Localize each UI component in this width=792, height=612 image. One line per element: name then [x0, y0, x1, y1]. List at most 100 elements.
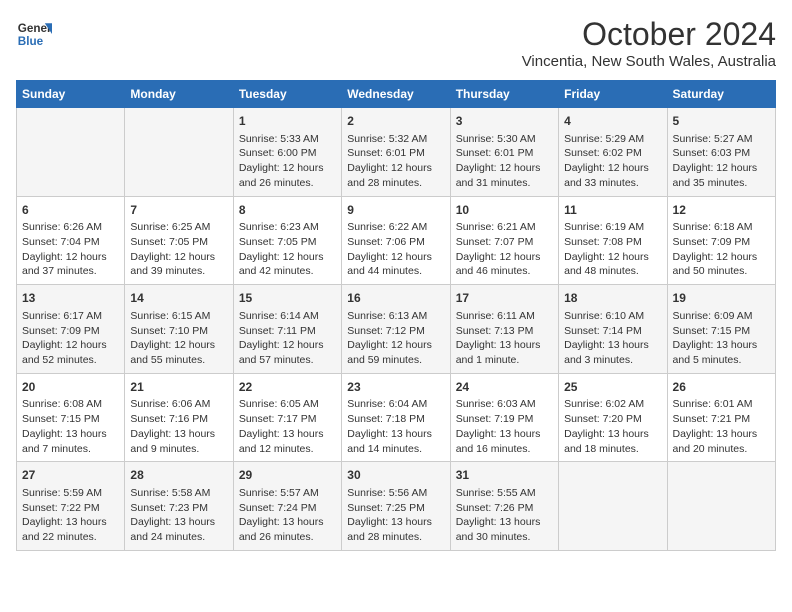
week-row-4: 20Sunrise: 6:08 AM Sunset: 7:15 PM Dayli… [17, 373, 776, 462]
day-number: 7 [130, 202, 227, 219]
calendar-cell: 14 Sunrise: 6:15 AM Sunset: 7:10 PM Dayli… [125, 285, 233, 374]
location-subtitle: Vincentia, New South Wales, Australia [522, 53, 776, 70]
cell-content: Sunrise: 6:03 AM Sunset: 7:19 PM Dayligh… [456, 397, 553, 456]
day-header-friday: Friday [559, 81, 667, 108]
calendar-cell: 9Sunrise: 6:22 AM Sunset: 7:06 PM Daylig… [342, 196, 450, 285]
week-row-2: 6Sunrise: 6:26 AM Sunset: 7:04 PM Daylig… [17, 196, 776, 285]
day-number: 4 [564, 113, 661, 130]
calendar-cell: 16Sunrise: 6:13 AM Sunset: 7:12 PM Dayli… [342, 285, 450, 374]
cell-content: Sunrise: 5:30 AM Sunset: 6:01 PM Dayligh… [456, 132, 553, 191]
calendar-cell: 17Sunrise: 6:11 AM Sunset: 7:13 PM Dayli… [450, 285, 558, 374]
cell-content: Sunrise: 5:27 AM Sunset: 6:03 PM Dayligh… [673, 132, 770, 191]
day-number: 20 [22, 379, 119, 396]
header-row: SundayMondayTuesdayWednesdayThursdayFrid… [17, 81, 776, 108]
cell-content: Sunrise: 6:09 AM Sunset: 7:15 PM Dayligh… [673, 309, 770, 368]
cell-content: Sunrise: 5:29 AM Sunset: 6:02 PM Dayligh… [564, 132, 661, 191]
calendar-cell: 23Sunrise: 6:04 AM Sunset: 7:18 PM Dayli… [342, 373, 450, 462]
day-number: 23 [347, 379, 444, 396]
day-number: 5 [673, 113, 770, 130]
day-number: 11 [564, 202, 661, 219]
calendar-cell: 12Sunrise: 6:18 AM Sunset: 7:09 PM Dayli… [667, 196, 775, 285]
day-number: 9 [347, 202, 444, 219]
cell-content: Sunrise: 5:56 AM Sunset: 7:25 PM Dayligh… [347, 486, 444, 545]
calendar-cell: 27 Sunrise: 5:59 AM Sunset: 7:22 PM Dayli… [17, 462, 125, 551]
cell-content: Sunrise: 6:26 AM Sunset: 7:04 PM Dayligh… [22, 220, 119, 279]
day-header-thursday: Thursday [450, 81, 558, 108]
calendar-cell: 31Sunrise: 5:55 AM Sunset: 7:26 PM Dayli… [450, 462, 558, 551]
day-header-wednesday: Wednesday [342, 81, 450, 108]
day-number: 10 [456, 202, 553, 219]
week-row-1: 1 Sunrise: 5:33 AM Sunset: 6:00 PM Daylig… [17, 108, 776, 197]
calendar-cell: 30 Sunrise: 5:56 AM Sunset: 7:25 PM Dayli… [342, 462, 450, 551]
calendar-cell: 22Sunrise: 6:05 AM Sunset: 7:17 PM Dayli… [233, 373, 341, 462]
cell-content: Sunrise: 6:10 AM Sunset: 7:14 PM Dayligh… [564, 309, 661, 368]
calendar-cell: 21Sunrise: 6:06 AM Sunset: 7:16 PM Dayli… [125, 373, 233, 462]
calendar-cell: 19 Sunrise: 6:09 AM Sunset: 7:15 PM Dayli… [667, 285, 775, 374]
cell-content: Sunrise: 6:15 AM Sunset: 7:10 PM Dayligh… [130, 309, 227, 368]
calendar-cell: 8Sunrise: 6:23 AM Sunset: 7:05 PM Daylig… [233, 196, 341, 285]
calendar-cell: 7Sunrise: 6:25 AM Sunset: 7:05 PM Daylig… [125, 196, 233, 285]
day-number: 1 [239, 113, 336, 130]
day-number: 24 [456, 379, 553, 396]
calendar-cell: 29 Sunrise: 5:57 AM Sunset: 7:24 PM Dayli… [233, 462, 341, 551]
cell-content: Sunrise: 5:32 AM Sunset: 6:01 PM Dayligh… [347, 132, 444, 191]
cell-content: Sunrise: 6:14 AM Sunset: 7:11 PM Dayligh… [239, 309, 336, 368]
day-number: 30 [347, 467, 444, 484]
title-area: October 2024 Vincentia, New South Wales,… [522, 16, 776, 70]
logo: General Blue [16, 16, 52, 52]
day-number: 18 [564, 290, 661, 307]
cell-content: Sunrise: 6:18 AM Sunset: 7:09 PM Dayligh… [673, 220, 770, 279]
day-number: 26 [673, 379, 770, 396]
day-number: 6 [22, 202, 119, 219]
cell-content: Sunrise: 5:57 AM Sunset: 7:24 PM Dayligh… [239, 486, 336, 545]
calendar-cell: 28 Sunrise: 5:58 AM Sunset: 7:23 PM Dayli… [125, 462, 233, 551]
cell-content: Sunrise: 6:01 AM Sunset: 7:21 PM Dayligh… [673, 397, 770, 456]
calendar-cell: 2 Sunrise: 5:32 AM Sunset: 6:01 PM Daylig… [342, 108, 450, 197]
day-number: 14 [130, 290, 227, 307]
day-number: 2 [347, 113, 444, 130]
calendar-cell: 15Sunrise: 6:14 AM Sunset: 7:11 PM Dayli… [233, 285, 341, 374]
calendar-cell: 4 Sunrise: 5:29 AM Sunset: 6:02 PM Daylig… [559, 108, 667, 197]
day-number: 12 [673, 202, 770, 219]
cell-content: Sunrise: 6:13 AM Sunset: 7:12 PM Dayligh… [347, 309, 444, 368]
calendar-cell [17, 108, 125, 197]
calendar-cell: 11Sunrise: 6:19 AM Sunset: 7:08 PM Dayli… [559, 196, 667, 285]
day-header-sunday: Sunday [17, 81, 125, 108]
calendar-cell: 1 Sunrise: 5:33 AM Sunset: 6:00 PM Daylig… [233, 108, 341, 197]
day-number: 27 [22, 467, 119, 484]
calendar-cell: 13Sunrise: 6:17 AM Sunset: 7:09 PM Dayli… [17, 285, 125, 374]
cell-content: Sunrise: 5:58 AM Sunset: 7:23 PM Dayligh… [130, 486, 227, 545]
calendar-cell [667, 462, 775, 551]
calendar-cell: 3 Sunrise: 5:30 AM Sunset: 6:01 PM Daylig… [450, 108, 558, 197]
svg-text:Blue: Blue [18, 35, 44, 48]
header: General Blue October 2024 Vincentia, New… [16, 16, 776, 70]
day-number: 28 [130, 467, 227, 484]
calendar-cell: 25Sunrise: 6:02 AM Sunset: 7:20 PM Dayli… [559, 373, 667, 462]
calendar-table: SundayMondayTuesdayWednesdayThursdayFrid… [16, 80, 776, 551]
calendar-cell [559, 462, 667, 551]
calendar-cell: 5 Sunrise: 5:27 AM Sunset: 6:03 PM Daylig… [667, 108, 775, 197]
day-number: 19 [673, 290, 770, 307]
week-row-3: 13Sunrise: 6:17 AM Sunset: 7:09 PM Dayli… [17, 285, 776, 374]
cell-content: Sunrise: 6:25 AM Sunset: 7:05 PM Dayligh… [130, 220, 227, 279]
day-number: 21 [130, 379, 227, 396]
cell-content: Sunrise: 6:21 AM Sunset: 7:07 PM Dayligh… [456, 220, 553, 279]
calendar-cell: 10Sunrise: 6:21 AM Sunset: 7:07 PM Dayli… [450, 196, 558, 285]
day-number: 17 [456, 290, 553, 307]
month-year-title: October 2024 [522, 16, 776, 53]
logo-icon: General Blue [16, 16, 52, 52]
calendar-cell: 20Sunrise: 6:08 AM Sunset: 7:15 PM Dayli… [17, 373, 125, 462]
day-number: 3 [456, 113, 553, 130]
cell-content: Sunrise: 6:04 AM Sunset: 7:18 PM Dayligh… [347, 397, 444, 456]
calendar-cell [125, 108, 233, 197]
cell-content: Sunrise: 5:59 AM Sunset: 7:22 PM Dayligh… [22, 486, 119, 545]
cell-content: Sunrise: 6:06 AM Sunset: 7:16 PM Dayligh… [130, 397, 227, 456]
cell-content: Sunrise: 6:17 AM Sunset: 7:09 PM Dayligh… [22, 309, 119, 368]
day-number: 8 [239, 202, 336, 219]
day-number: 31 [456, 467, 553, 484]
day-number: 22 [239, 379, 336, 396]
day-number: 25 [564, 379, 661, 396]
cell-content: Sunrise: 5:33 AM Sunset: 6:00 PM Dayligh… [239, 132, 336, 191]
calendar-cell: 24Sunrise: 6:03 AM Sunset: 7:19 PM Dayli… [450, 373, 558, 462]
day-number: 29 [239, 467, 336, 484]
